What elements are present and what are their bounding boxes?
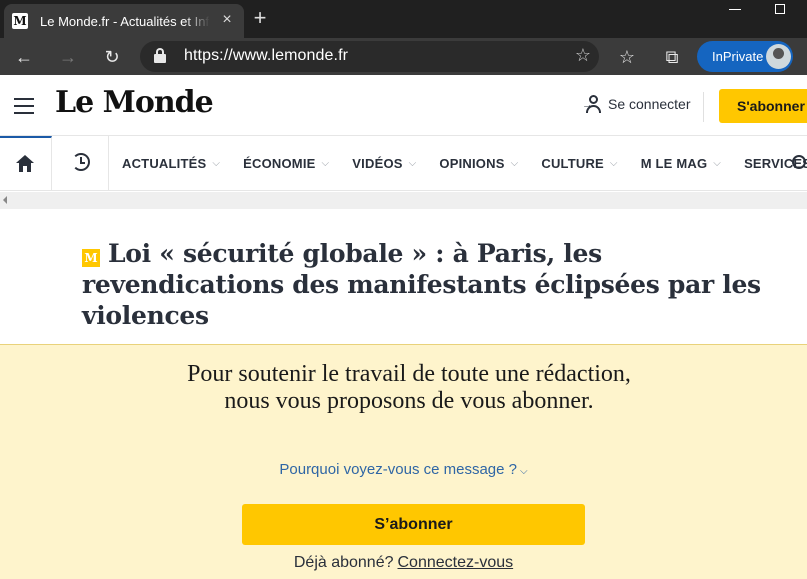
paywall-message: Pour soutenir le travail de toute une ré…	[187, 361, 631, 414]
search-icon[interactable]	[792, 155, 806, 169]
history-icon	[72, 153, 90, 171]
article-header: M Loi « sécurité globale » : à Paris, le…	[0, 209, 807, 344]
nav-item-culture[interactable]: CULTURE ⌵	[541, 156, 617, 171]
browser-tabbar: M Le Monde.fr - Actualités et Infos × +	[0, 0, 807, 38]
nav-history[interactable]	[52, 136, 109, 191]
why-message-link[interactable]: Pourquoi voyez-vous ce message ? ⌵	[0, 461, 807, 478]
le-monde-logo[interactable]: Le Monde	[55, 85, 214, 120]
nav-item-label: M LE MAG	[640, 156, 708, 171]
chevron-down-icon: ⌵	[609, 158, 618, 169]
nav-items: ACTUALITÉS ⌵ ÉCONOMIE ⌵ VIDÉOS ⌵ OPINIONS ⌵ …	[109, 136, 807, 191]
tab-title: Le Monde.fr - Actualités et Infos	[40, 13, 210, 29]
header-divider	[703, 92, 704, 122]
nav-item-label: OPINIONS	[439, 156, 505, 171]
nav-item-label: ÉCONOMIE	[243, 156, 316, 171]
favorites-icon[interactable]: ☆	[614, 44, 640, 70]
nav-home[interactable]	[0, 136, 52, 191]
back-arrow-icon[interactable]: ←	[11, 44, 37, 70]
browser-toolbar: ← → ↻ https://www.lemonde.fr ☆ ☆ ⧉ InPri…	[0, 38, 807, 75]
browser-tab[interactable]: M Le Monde.fr - Actualités et Infos ×	[4, 4, 244, 38]
nav-item-actualites[interactable]: ACTUALITÉS ⌵	[122, 156, 220, 171]
already-subscribed: Déjà abonné? Connectez-vous	[0, 554, 807, 572]
reload-icon[interactable]: ↻	[99, 44, 125, 70]
paywall-subscribe-button[interactable]: S’abonner	[242, 504, 585, 545]
nav-item-economie[interactable]: ÉCONOMIE ⌵	[243, 156, 329, 171]
lock-icon[interactable]	[154, 48, 166, 64]
address-bar[interactable]: https://www.lemonde.fr ☆	[140, 41, 599, 72]
minimize-icon[interactable]	[729, 9, 741, 10]
url-text[interactable]: https://www.lemonde.fr	[184, 47, 348, 65]
main-nav: ACTUALITÉS ⌵ ÉCONOMIE ⌵ VIDÉOS ⌵ OPINIONS ⌵ …	[0, 136, 807, 191]
nav-item-label: VIDÉOS	[352, 156, 403, 171]
login-button[interactable]: → Se connecter	[582, 93, 691, 115]
home-icon	[16, 155, 34, 172]
login-label: Se connecter	[608, 96, 691, 112]
login-link[interactable]: Connectez-vous	[398, 554, 514, 571]
why-message-label: Pourquoi voyez-vous ce message ?	[279, 461, 518, 478]
plus-icon[interactable]: +	[250, 7, 270, 29]
subscribe-button[interactable]: S'abonner	[719, 89, 807, 123]
le-monde-favicon-icon: M	[12, 13, 28, 29]
nav-item-m-le-mag[interactable]: M LE MAG ⌵	[641, 156, 721, 171]
inprivate-button[interactable]: InPrivate	[697, 41, 793, 72]
inprivate-label: InPrivate	[712, 49, 764, 64]
horizontal-scrollbar[interactable]	[0, 192, 807, 209]
close-icon[interactable]: ×	[220, 12, 234, 28]
nav-item-opinions[interactable]: OPINIONS ⌵	[439, 156, 518, 171]
article-headline: Loi « sécurité globale » : à Paris, les …	[82, 239, 761, 330]
site-header: Le Monde → Se connecter S'abonner	[0, 75, 807, 136]
avatar	[766, 44, 791, 69]
star-icon[interactable]: ☆	[575, 45, 591, 66]
chevron-down-icon: ⌵	[520, 466, 528, 477]
nav-item-videos[interactable]: VIDÉOS ⌵	[352, 156, 416, 171]
chevron-down-icon: ⌵	[510, 158, 519, 169]
nav-item-label: CULTURE	[541, 156, 604, 171]
chevron-down-icon: ⌵	[212, 158, 221, 169]
maximize-icon[interactable]	[775, 4, 785, 14]
chevron-down-icon: ⌵	[321, 158, 330, 169]
already-subscribed-text: Déjà abonné?	[293, 554, 394, 571]
chevron-down-icon: ⌵	[408, 158, 417, 169]
nav-item-label: ACTUALITÉS	[122, 156, 207, 171]
forward-arrow-icon[interactable]: →	[55, 44, 81, 70]
paywall-banner: Pour soutenir le travail de toute une ré…	[0, 344, 807, 579]
scroll-left-arrow-icon[interactable]	[3, 196, 7, 204]
user-login-icon: →	[582, 93, 604, 115]
chevron-down-icon: ⌵	[713, 158, 722, 169]
hamburger-menu-icon[interactable]	[14, 98, 34, 114]
collections-icon[interactable]: ⧉	[659, 44, 685, 70]
